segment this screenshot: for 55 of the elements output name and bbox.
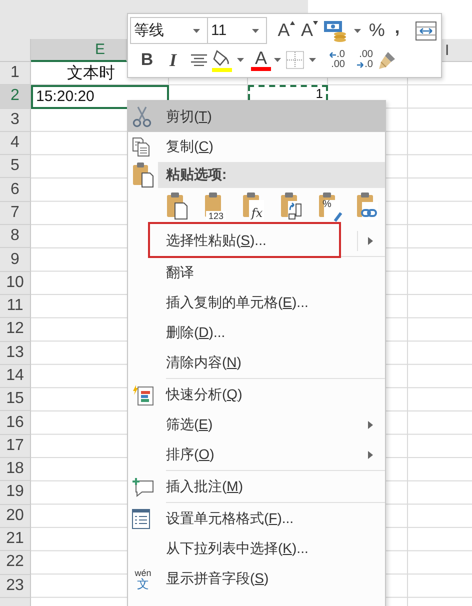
section-header: 粘贴选项:	[158, 162, 385, 188]
clipboard-icon	[132, 162, 154, 188]
comma-button[interactable]: ,	[388, 17, 407, 38]
paste-option-button[interactable]: 123	[204, 192, 228, 222]
menu-item[interactable]: 清除内容(N)	[128, 348, 385, 378]
triangle-icon	[290, 20, 295, 25]
paint-bucket-icon[interactable]	[212, 48, 232, 72]
wrap-icon[interactable]	[415, 20, 437, 41]
shrink-font-button[interactable]: A	[298, 18, 322, 43]
menu-item[interactable]: 删除(D)...	[128, 318, 385, 348]
row-header[interactable]: 2	[0, 85, 31, 109]
menu-item[interactable]: 翻译	[128, 258, 385, 288]
menu-item[interactable]: 插入批注(M)	[128, 472, 385, 502]
caret-icon[interactable]	[354, 28, 362, 33]
arrow-icon	[328, 52, 336, 58]
caret-icon[interactable]	[252, 28, 259, 33]
comment-icon	[132, 477, 154, 497]
decrease-decimal-button[interactable]: .00 .0	[349, 50, 373, 70]
row-header[interactable]: 3	[0, 108, 31, 132]
menu-item[interactable]: 排序(O)	[128, 440, 385, 470]
triangle-icon	[313, 20, 318, 25]
caret-icon[interactable]	[193, 28, 200, 33]
font-color-button[interactable]: A	[251, 49, 271, 72]
menu-item[interactable]: 筛选(E)	[128, 410, 385, 440]
pinyin-icon: wén 文	[132, 568, 154, 590]
row-header[interactable]: 13	[0, 342, 31, 365]
menu-item[interactable]: 快速分析(Q)	[128, 380, 385, 410]
menu-item[interactable]: 选择性粘贴(S)...	[128, 226, 385, 256]
paste-option-button[interactable]	[280, 192, 304, 222]
paste-option-button[interactable]: fx	[242, 192, 266, 222]
menu-item[interactable]: 设置单元格格式(F)...	[128, 504, 385, 534]
font-size-field[interactable]: 11	[208, 17, 267, 44]
arrow-icon	[356, 62, 364, 68]
menu-item[interactable]: 剪切(T)	[128, 101, 385, 132]
paste-option-button[interactable]	[166, 192, 190, 222]
percent-button[interactable]: %	[366, 20, 388, 42]
menu-item[interactable]: 从下拉列表中选择(K)...	[128, 534, 385, 564]
row-header[interactable]: 20	[0, 504, 31, 528]
menu-item[interactable]: 插入复制的单元格(E)...	[128, 288, 385, 318]
increase-decimal-button[interactable]: .0 .00	[321, 50, 345, 70]
row-header[interactable]: 10	[0, 272, 31, 295]
scissors-icon	[132, 106, 152, 128]
row-header[interactable]: 23	[0, 574, 31, 598]
paintbrush-icon[interactable]	[377, 50, 397, 70]
chart-table-icon	[132, 384, 154, 406]
borders-icon[interactable]	[286, 51, 304, 70]
menu-item[interactable]: wén 文 显示拼音字段(S)	[128, 564, 385, 594]
copy-icon	[132, 137, 150, 157]
grow-font-button[interactable]: A	[274, 18, 298, 43]
column-header[interactable]: I	[442, 39, 472, 62]
align-center-icon[interactable]	[190, 54, 208, 66]
font-field[interactable]: 等线	[130, 17, 208, 44]
menu-item[interactable]: 复制(C)	[128, 132, 385, 162]
list-icon	[132, 509, 150, 529]
column-header[interactable]: E	[31, 39, 127, 62]
